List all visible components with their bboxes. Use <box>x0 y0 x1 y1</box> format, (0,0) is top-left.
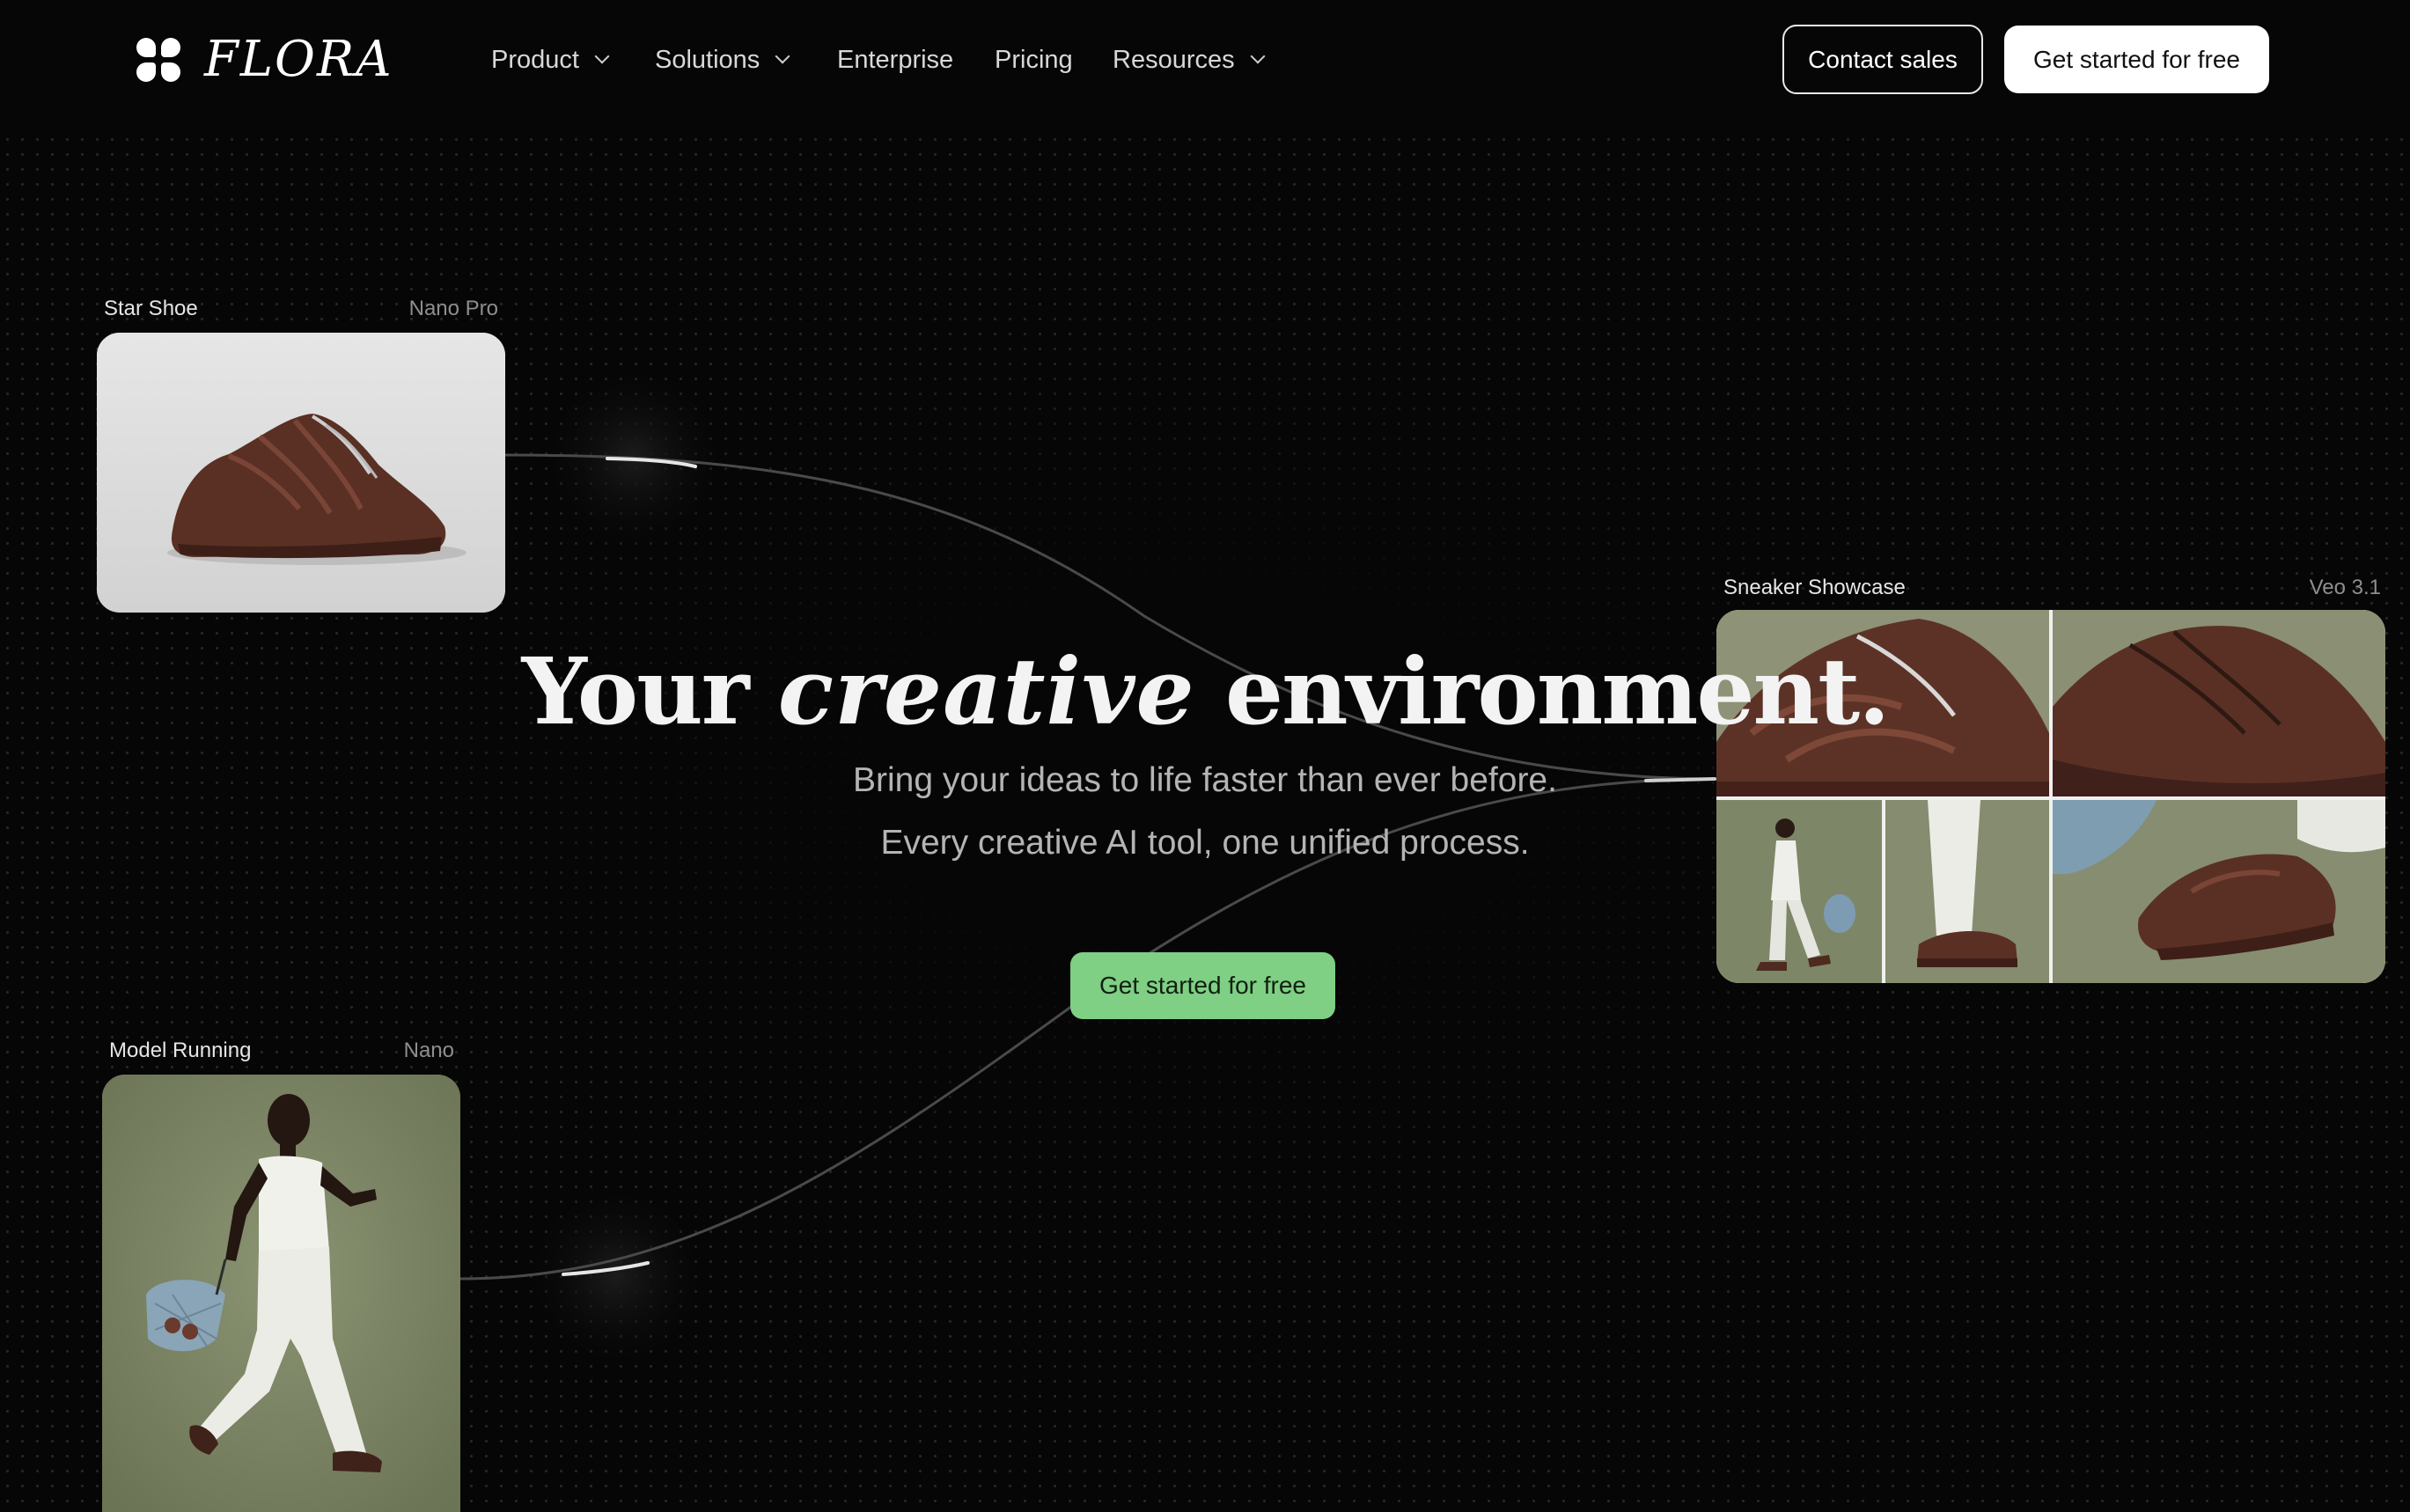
hero-title-start: Your <box>521 637 750 745</box>
node-model-sneaker-showcase: Veo 3.1 <box>2309 576 2381 599</box>
node-card-model-running[interactable] <box>102 1075 460 1512</box>
nav-item-label: Pricing <box>995 46 1073 74</box>
top-navigation: FLORA Product Solutions Enterprise Prici… <box>0 0 2410 119</box>
flora-logo-icon[interactable] <box>136 38 180 82</box>
chevron-down-icon <box>1250 48 1266 64</box>
node-model-model-running: Nano <box>403 1039 454 1062</box>
node-title-model-running: Model Running <box>109 1039 252 1062</box>
hero-title: Your creative environment. <box>0 636 2410 747</box>
nav-item-label: Resources <box>1113 46 1235 74</box>
chevron-down-icon <box>775 48 790 64</box>
star-shoe-image <box>97 333 505 613</box>
nav-item-resources[interactable]: Resources <box>1113 42 1266 77</box>
connector-glow <box>519 1179 713 1373</box>
nav-item-label: Solutions <box>655 46 760 74</box>
hero-subtitle-line-1: Bring your ideas to life faster than eve… <box>853 761 1557 799</box>
node-title-sneaker-showcase: Sneaker Showcase <box>1723 576 1906 599</box>
get-started-hero-button[interactable]: Get started for free <box>1070 952 1335 1019</box>
hero-title-end: environment. <box>1224 637 1891 745</box>
brand-wordmark[interactable]: FLORA <box>204 32 393 88</box>
get-started-nav-button[interactable]: Get started for free <box>2004 26 2269 93</box>
node-card-star-shoe[interactable] <box>97 333 505 613</box>
nav-item-product[interactable]: Product <box>491 42 610 77</box>
hero-title-emphasis: creative <box>777 637 1195 745</box>
hero-subtitle-line-2: Every creative AI tool, one unified proc… <box>880 824 1530 862</box>
nav-item-label: Enterprise <box>837 46 954 74</box>
chevron-down-icon <box>594 48 610 64</box>
nav-item-solutions[interactable]: Solutions <box>655 42 790 77</box>
nav-item-pricing[interactable]: Pricing <box>995 42 1073 77</box>
nav-item-enterprise[interactable]: Enterprise <box>837 42 953 77</box>
contact-sales-button[interactable]: Contact sales <box>1782 25 1983 94</box>
model-running-image <box>102 1075 460 1512</box>
nav-item-label: Product <box>491 46 579 74</box>
node-title-star-shoe: Star Shoe <box>104 297 198 320</box>
node-model-star-shoe: Nano Pro <box>408 297 498 320</box>
